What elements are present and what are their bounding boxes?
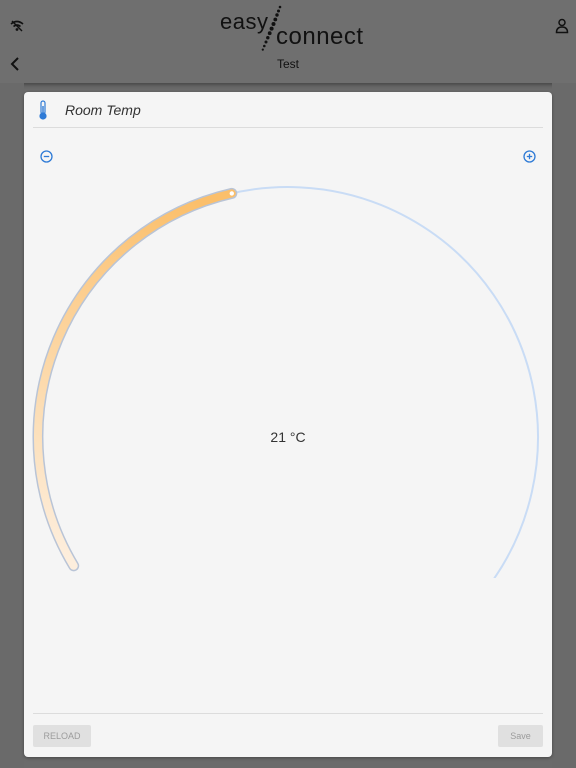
save-button[interactable]: Save (498, 725, 543, 747)
gauge-fill (34, 189, 236, 570)
page-title: Test (276, 57, 299, 71)
card-title: Room Temp (65, 102, 141, 118)
header-divider (33, 127, 543, 128)
thermometer-icon (39, 100, 47, 120)
room-temp-card: Room Temp 21 °C RELOAD Save (24, 92, 552, 757)
user-icon[interactable] (555, 18, 569, 34)
brand-logo: easy connect (220, 5, 363, 53)
footer-divider (33, 713, 543, 714)
temperature-readout: 21 °C (270, 429, 306, 445)
dimmed-background-left (0, 83, 24, 768)
gauge-handle[interactable] (229, 191, 234, 196)
temperature-gauge[interactable] (24, 178, 552, 578)
dimmed-background-right (552, 83, 576, 768)
minus-circle-icon[interactable] (40, 150, 53, 163)
gauge-fill-outline (32, 187, 238, 572)
gauge-track (37, 186, 539, 578)
plus-circle-icon[interactable] (523, 150, 536, 163)
logo-word-connect: connect (276, 23, 364, 50)
app-bar: easy connect Test (0, 0, 576, 83)
reload-button[interactable]: RELOAD (33, 725, 91, 747)
card-header: Room Temp (24, 92, 552, 128)
wifi-off-icon[interactable] (9, 18, 25, 34)
